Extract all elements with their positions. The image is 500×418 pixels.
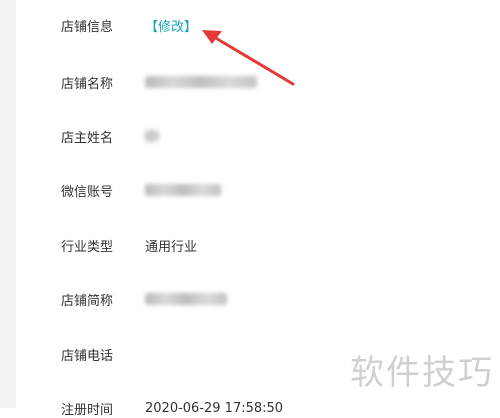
redacted-value bbox=[145, 184, 221, 196]
industry-type-value: 通用行业 bbox=[145, 239, 198, 255]
redacted-value bbox=[145, 293, 227, 305]
field-label: 店主姓名 bbox=[61, 130, 114, 146]
info-row-register-time: 注册时间 2020-06-29 17:58:50 bbox=[61, 398, 283, 418]
info-row-store-info: 店铺信息 【修改】 bbox=[61, 15, 197, 35]
info-row-owner-name: 店主姓名 bbox=[61, 126, 159, 146]
info-row-wechat-account: 微信账号 bbox=[61, 180, 221, 200]
field-label: 店铺电话 bbox=[61, 348, 114, 364]
field-label: 微信账号 bbox=[61, 184, 114, 200]
info-row-store-short-name: 店铺简称 bbox=[61, 289, 227, 309]
field-label: 店铺简称 bbox=[61, 293, 114, 309]
field-label: 行业类型 bbox=[61, 239, 114, 255]
redacted-value bbox=[145, 76, 257, 88]
edit-store-info-link[interactable]: 【修改】 bbox=[145, 16, 197, 35]
field-label: 店铺信息 bbox=[61, 19, 114, 35]
field-label: 店铺名称 bbox=[61, 76, 114, 92]
info-row-store-name: 店铺名称 bbox=[61, 72, 257, 92]
info-row-industry-type: 行业类型 通用行业 bbox=[61, 235, 197, 255]
watermark-text: 软件技巧 bbox=[350, 353, 494, 393]
left-sidebar-edge bbox=[0, 0, 16, 408]
info-row-store-phone: 店铺电话 bbox=[61, 344, 145, 364]
redacted-value bbox=[145, 130, 159, 142]
register-time-value: 2020-06-29 17:58:50 bbox=[145, 400, 284, 416]
field-label: 注册时间 bbox=[61, 402, 114, 418]
